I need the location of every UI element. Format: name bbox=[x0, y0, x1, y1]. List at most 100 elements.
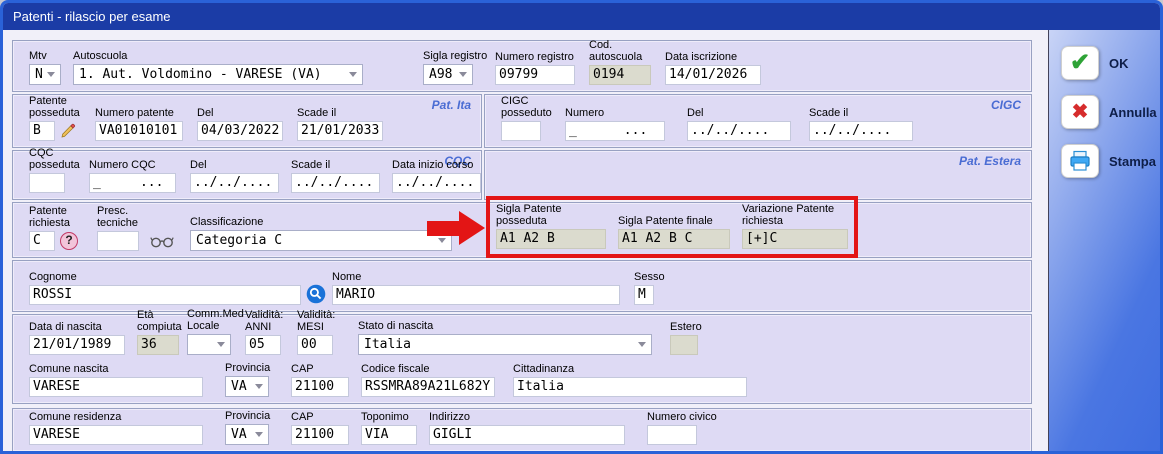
cigc-scade-label: Scade il bbox=[809, 107, 913, 119]
cittadinanza-label: Cittadinanza bbox=[513, 363, 747, 375]
validita-anni-field[interactable]: 05 bbox=[245, 335, 281, 355]
indirizzo-field[interactable]: GIGLI bbox=[429, 425, 625, 445]
sesso-label: Sesso bbox=[634, 271, 668, 283]
ok-button-label: OK bbox=[1109, 56, 1129, 71]
numero-civico-label: Numero civico bbox=[647, 411, 719, 423]
patente-del-label: Del bbox=[197, 107, 283, 119]
autoscuola-select[interactable]: 1. Aut. Voldomino - VARESE (VA) bbox=[73, 64, 363, 85]
ok-button[interactable]: ✔ OK bbox=[1061, 46, 1160, 80]
presc-tecniche-field[interactable] bbox=[97, 231, 139, 251]
cap-residenza-field[interactable]: 21100 bbox=[291, 425, 349, 445]
mtv-select[interactable]: N bbox=[29, 64, 61, 85]
comm-med-select[interactable] bbox=[187, 334, 231, 355]
cqc-del-field[interactable]: ../../.... bbox=[190, 173, 279, 193]
chevron-down-icon bbox=[255, 384, 263, 389]
window-title: Patenti - rilascio per esame bbox=[13, 9, 171, 24]
mtv-value: N bbox=[35, 67, 43, 82]
check-icon: ✔ bbox=[1070, 51, 1090, 75]
comune-nascita-field[interactable]: VARESE bbox=[29, 377, 203, 397]
sigla-registro-select[interactable]: A98 bbox=[423, 64, 473, 85]
cap-nascita-field[interactable]: 21100 bbox=[291, 377, 349, 397]
provincia-residenza-select[interactable]: VA bbox=[225, 424, 269, 445]
patente-richiesta-field[interactable]: C bbox=[29, 231, 55, 251]
section-cigc: CIGC CIGC posseduto Numero _ ... Del ../… bbox=[484, 94, 1032, 148]
printer-icon bbox=[1068, 149, 1092, 173]
chevron-down-icon bbox=[217, 342, 225, 347]
eta-compiuta-label: Età compiuta bbox=[137, 309, 185, 333]
cqc-del-label: Del bbox=[190, 159, 279, 171]
sesso-field[interactable]: M bbox=[634, 285, 654, 305]
comm-med-label: Comm.Med Locale bbox=[187, 308, 241, 332]
stato-nascita-value: Italia bbox=[364, 337, 411, 352]
chevron-down-icon bbox=[47, 72, 55, 77]
title-bar: Patenti - rilascio per esame bbox=[3, 3, 1160, 30]
cqc-posseduta-field[interactable] bbox=[29, 173, 65, 193]
stato-nascita-select[interactable]: Italia bbox=[358, 334, 652, 355]
stampa-button[interactable]: Stampa bbox=[1061, 144, 1160, 178]
presc-tecniche-label: Presc. tecniche bbox=[97, 205, 149, 229]
cigc-posseduto-label: CIGC posseduto bbox=[501, 95, 563, 119]
cittadinanza-field[interactable]: Italia bbox=[513, 377, 747, 397]
comune-residenza-field[interactable]: VARESE bbox=[29, 425, 203, 445]
annulla-button[interactable]: ✖ Annulla bbox=[1061, 95, 1160, 129]
toponimo-field[interactable]: VIA bbox=[361, 425, 417, 445]
section-nascita: Data di nascita 21/01/1989 Età compiuta … bbox=[12, 314, 1032, 404]
data-nascita-label: Data di nascita bbox=[29, 321, 125, 333]
data-nascita-field[interactable]: 21/01/1989 bbox=[29, 335, 125, 355]
provincia-nascita-label: Provincia bbox=[225, 362, 269, 374]
cqc-inizio-label: Data inizio corso bbox=[392, 159, 481, 171]
patente-richiesta-label: Patente richiesta bbox=[29, 205, 87, 229]
mtv-label: Mtv bbox=[29, 50, 61, 62]
search-icon[interactable] bbox=[306, 284, 326, 304]
chevron-down-icon bbox=[255, 432, 263, 437]
action-sidebar: ✔ OK ✖ Annulla Stampa bbox=[1048, 30, 1160, 451]
numero-civico-field[interactable] bbox=[647, 425, 697, 445]
cap-residenza-label: CAP bbox=[291, 411, 349, 423]
toponimo-label: Toponimo bbox=[361, 411, 417, 423]
section-cqc: CQC CQC posseduta Numero CQC _ ... Del .… bbox=[12, 150, 482, 200]
classificazione-value: Categoria C bbox=[196, 233, 282, 248]
cigc-numero-field[interactable]: _ ... bbox=[565, 121, 665, 141]
validita-anni-label: Validità: ANNI bbox=[245, 309, 289, 333]
autoscuola-value: 1. Aut. Voldomino - VARESE (VA) bbox=[79, 67, 322, 82]
validita-mesi-field[interactable]: 00 bbox=[297, 335, 333, 355]
comune-nascita-label: Comune nascita bbox=[29, 363, 203, 375]
form-area: Mtv N Autoscuola 1. Aut. Voldomino - VAR… bbox=[3, 30, 1045, 451]
section-richiesta: Patente richiesta C ? Presc. tecniche bbox=[12, 202, 1032, 258]
cognome-field[interactable]: ROSSI bbox=[29, 285, 301, 305]
patente-posseduta-field[interactable]: B bbox=[29, 121, 55, 141]
numero-registro-field[interactable]: 09799 bbox=[495, 65, 575, 85]
cigc-posseduto-field[interactable] bbox=[501, 121, 541, 141]
classificazione-label: Classificazione bbox=[190, 216, 452, 228]
glasses-icon[interactable] bbox=[150, 234, 174, 248]
annotation-arrow bbox=[427, 211, 485, 245]
provincia-residenza-value: VA bbox=[231, 427, 247, 442]
stato-nascita-label: Stato di nascita bbox=[358, 320, 652, 332]
question-icon[interactable]: ? bbox=[60, 232, 78, 250]
patente-scade-field[interactable]: 21/01/2033 bbox=[297, 121, 383, 141]
estero-field bbox=[670, 335, 698, 355]
provincia-residenza-label: Provincia bbox=[225, 410, 269, 422]
classificazione-select[interactable]: Categoria C bbox=[190, 230, 452, 251]
provincia-nascita-select[interactable]: VA bbox=[225, 376, 269, 397]
nome-field[interactable]: MARIO bbox=[332, 285, 620, 305]
cqc-numero-field[interactable]: _ ... bbox=[89, 173, 176, 193]
numero-registro-label: Numero registro bbox=[495, 51, 585, 63]
numero-patente-field[interactable]: VA01010101 bbox=[95, 121, 183, 141]
pencil-icon[interactable] bbox=[60, 123, 76, 139]
codice-fiscale-label: Codice fiscale bbox=[361, 363, 495, 375]
cigc-del-field[interactable]: ../../.... bbox=[687, 121, 791, 141]
estero-label: Estero bbox=[670, 321, 710, 333]
cqc-inizio-field[interactable]: ../../.... bbox=[392, 173, 481, 193]
cigc-numero-label: Numero bbox=[565, 107, 665, 119]
patente-scade-label: Scade il bbox=[297, 107, 383, 119]
x-icon: ✖ bbox=[1072, 102, 1089, 122]
patente-del-field[interactable]: 04/03/2022 bbox=[197, 121, 283, 141]
chevron-down-icon bbox=[459, 72, 467, 77]
numero-patente-label: Numero patente bbox=[95, 107, 187, 119]
cigc-scade-field[interactable]: ../../.... bbox=[809, 121, 913, 141]
codice-fiscale-field[interactable]: RSSMRA89A21L682Y bbox=[361, 377, 495, 397]
data-iscrizione-field[interactable]: 14/01/2026 bbox=[665, 65, 761, 85]
cqc-scade-field[interactable]: ../../.... bbox=[291, 173, 380, 193]
chevron-down-icon bbox=[349, 72, 357, 77]
